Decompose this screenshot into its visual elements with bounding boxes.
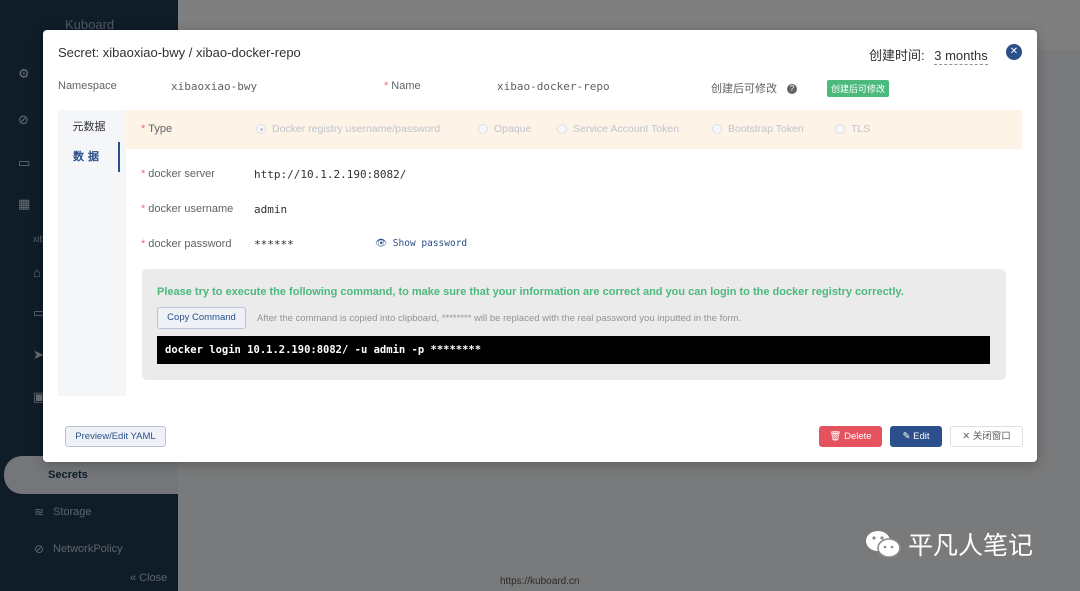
watermark-text: 平凡人笔记 xyxy=(908,532,1034,560)
type-label: Type xyxy=(148,123,173,135)
docker-password-label-wrap: * docker password xyxy=(141,238,231,250)
wechat-icon xyxy=(866,531,901,558)
type-label-wrap: * Type xyxy=(141,123,172,135)
close-icon[interactable]: ✕ xyxy=(1006,44,1022,60)
radio-docker-registry[interactable]: Docker registry username/password xyxy=(256,123,440,135)
docker-username-value: admin xyxy=(254,203,288,216)
radio-bootstrap-token[interactable]: Bootstrap Token xyxy=(712,123,804,135)
radio-tls[interactable]: TLS xyxy=(835,123,870,135)
trash-icon: 🗑 xyxy=(829,431,842,442)
required-mark: * xyxy=(141,203,146,215)
help-icon[interactable]: ? xyxy=(787,84,797,95)
docker-server-label-wrap: * docker server xyxy=(141,168,215,180)
radio-label: Opaque xyxy=(494,123,532,135)
namespace-value: xibaoxiao-bwy xyxy=(171,80,258,93)
name-label: Name xyxy=(391,80,421,92)
editable-tag: 创建后可修改 xyxy=(827,80,890,97)
show-password-link[interactable]: 👁 Show password xyxy=(375,238,467,249)
editable-label: 创建后可修改 xyxy=(711,83,777,95)
required-mark: * xyxy=(141,238,146,250)
radio-opaque[interactable]: Opaque xyxy=(478,123,531,135)
radio-dot-icon xyxy=(557,124,567,134)
radio-label: Service Account Token xyxy=(573,123,680,135)
tabs-container: 元数据 数据 * Type Docker registry username/pa… xyxy=(58,110,1022,396)
close-small-icon: ✕ xyxy=(962,431,971,442)
docker-username-label-wrap: * docker username xyxy=(141,203,233,215)
radio-dot-icon xyxy=(712,124,722,134)
show-password-label: Show password xyxy=(392,238,468,249)
data-panel: * Type Docker registry username/password … xyxy=(126,110,1022,396)
secret-dialog: Secret: xibaoxiao-bwy / xibao-docker-rep… xyxy=(43,30,1037,462)
created-time-label: 创建时间: xyxy=(869,48,925,63)
command-text[interactable]: docker login 10.1.2.190:8082/ -u admin -… xyxy=(157,336,990,364)
edit-label: Edit xyxy=(913,431,930,442)
namespace-label: Namespace xyxy=(58,80,117,92)
radio-service-account-token[interactable]: Service Account Token xyxy=(557,123,679,135)
tab-data[interactable]: 数据 xyxy=(58,142,120,172)
copy-command-button[interactable]: Copy Command xyxy=(157,307,246,329)
edit-button[interactable]: ✎ Edit xyxy=(890,426,942,447)
copy-note: After the command is copied into clipboa… xyxy=(257,313,742,324)
preview-yaml-button[interactable]: Preview/Edit YAML xyxy=(65,426,166,447)
required-mark: * xyxy=(384,80,389,92)
docker-server-label: docker server xyxy=(148,168,215,180)
name-label-wrap: * Name xyxy=(384,80,421,92)
command-tip: Please try to execute the following comm… xyxy=(157,286,904,298)
radio-label: TLS xyxy=(851,123,871,135)
tab-metadata[interactable]: 元数据 xyxy=(58,112,120,142)
created-time-value: 3 months xyxy=(934,48,988,65)
watermark: 平凡人笔记 xyxy=(864,526,1033,562)
close-window-label: 关闭窗口 xyxy=(972,431,1011,442)
radio-label: Docker registry username/password xyxy=(272,123,441,135)
required-mark: * xyxy=(141,168,146,180)
radio-label: Bootstrap Token xyxy=(728,123,804,135)
radio-dot-icon xyxy=(256,124,266,134)
dialog-title: Secret: xibaoxiao-bwy / xibao-docker-rep… xyxy=(58,45,301,60)
docker-password-label: docker password xyxy=(148,238,232,250)
required-mark: * xyxy=(141,123,146,135)
editable-label-wrap: 创建后可修改? xyxy=(711,80,797,96)
docker-password-value: ****** xyxy=(254,238,294,251)
created-time: 创建时间: 3 months xyxy=(869,45,988,65)
radio-dot-icon xyxy=(835,124,845,134)
type-bar: * Type Docker registry username/password … xyxy=(126,110,1022,149)
delete-button[interactable]: 🗑 Delete xyxy=(819,426,882,447)
close-window-button[interactable]: ✕ 关闭窗口 xyxy=(950,426,1023,447)
docker-username-label: docker username xyxy=(148,203,234,215)
pencil-icon: ✎ xyxy=(902,431,911,442)
name-value: xibao-docker-repo xyxy=(497,80,610,93)
delete-label: Delete xyxy=(844,431,872,442)
docker-server-value: http://10.1.2.190:8082/ xyxy=(254,168,407,181)
eye-icon: 👁 xyxy=(375,238,388,249)
command-box: Please try to execute the following comm… xyxy=(142,269,1006,380)
radio-dot-icon xyxy=(478,124,488,134)
